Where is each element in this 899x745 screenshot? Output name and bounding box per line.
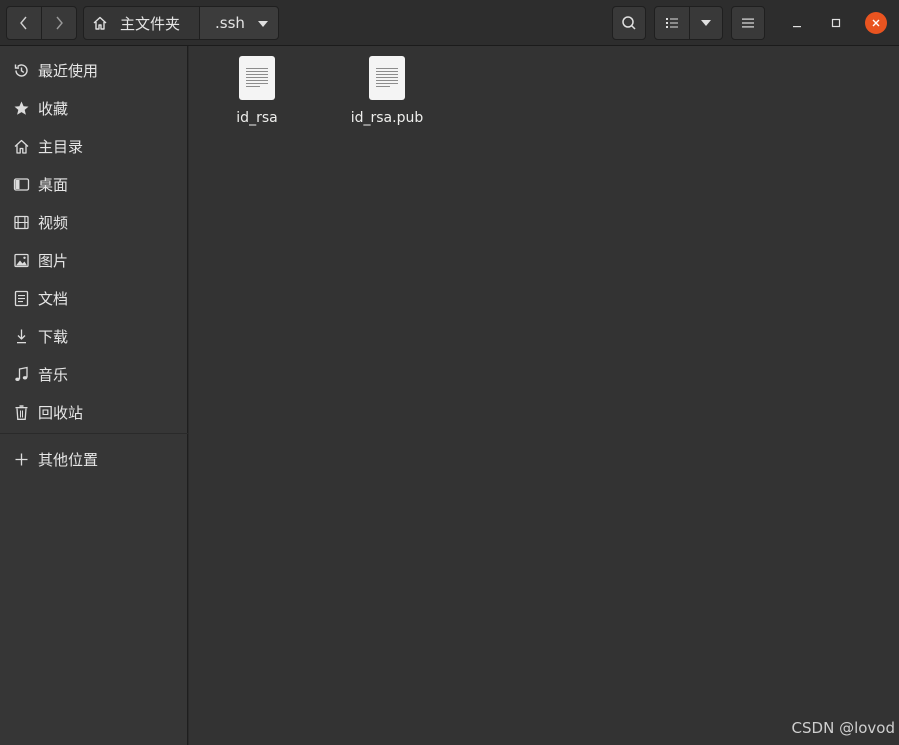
sidebar-item-label: 其他位置 xyxy=(38,451,99,469)
sidebar-item-label: 收藏 xyxy=(38,100,69,118)
sidebar-item-other-locations[interactable]: 其他位置 xyxy=(0,442,188,476)
hamburger-menu-icon xyxy=(742,18,754,28)
close-icon xyxy=(872,19,880,27)
home-icon xyxy=(93,16,107,30)
sidebar-item-label: 主目录 xyxy=(38,138,84,156)
trash-icon xyxy=(15,405,28,420)
music-icon xyxy=(15,366,28,381)
search-button[interactable] xyxy=(612,6,646,40)
sidebar-item-label: 回收站 xyxy=(38,404,84,422)
file-item[interactable]: id_rsa xyxy=(202,54,312,126)
chevron-right-icon xyxy=(56,16,63,30)
file-item[interactable]: id_rsa.pub xyxy=(332,54,442,126)
path-segment-label: .ssh xyxy=(215,14,245,32)
list-view-icon xyxy=(666,18,678,28)
home-icon xyxy=(14,139,29,154)
path-segment-home[interactable]: 主文件夹 xyxy=(83,6,200,40)
sidebar: 最近使用 收藏 主目录 桌面 视频 图片 文档 下载 音乐 回收站 其他位置 xyxy=(0,46,188,745)
caret-down-icon xyxy=(258,21,268,27)
star-icon xyxy=(14,101,29,115)
minimize-icon xyxy=(793,26,801,28)
sidebar-item-recent[interactable]: 最近使用 xyxy=(0,53,188,87)
close-button[interactable] xyxy=(865,12,887,34)
forward-button[interactable] xyxy=(41,6,77,40)
sidebar-item-label: 下载 xyxy=(38,328,69,346)
path-segment-label: 主文件夹 xyxy=(120,14,181,33)
maximize-icon xyxy=(831,18,841,28)
picture-icon xyxy=(14,253,29,268)
list-view-button[interactable] xyxy=(654,6,690,40)
download-icon xyxy=(17,329,26,344)
plus-icon xyxy=(15,453,28,466)
video-icon xyxy=(14,215,29,230)
chevron-left-icon xyxy=(20,16,27,30)
main-menu-button[interactable] xyxy=(731,6,765,40)
view-options-button[interactable] xyxy=(689,6,723,40)
path-segment-ssh[interactable]: .ssh xyxy=(199,6,279,40)
sidebar-item-label: 音乐 xyxy=(38,366,69,384)
sidebar-item-home[interactable]: 主目录 xyxy=(0,129,188,163)
text-file-icon xyxy=(239,56,275,100)
minimize-button[interactable] xyxy=(786,12,808,34)
file-view[interactable]: id_rsa id_rsa.pub xyxy=(189,46,899,745)
desktop-icon xyxy=(13,178,30,191)
recent-icon xyxy=(14,64,28,77)
sidebar-item-trash[interactable]: 回收站 xyxy=(0,395,188,429)
sidebar-item-music[interactable]: 音乐 xyxy=(0,357,188,391)
caret-down-icon xyxy=(701,20,711,26)
sidebar-item-videos[interactable]: 视频 xyxy=(0,205,188,239)
sidebar-item-documents[interactable]: 文档 xyxy=(0,281,188,315)
sidebar-item-downloads[interactable]: 下载 xyxy=(0,319,188,353)
sidebar-item-label: 图片 xyxy=(38,252,69,270)
sidebar-separator xyxy=(0,433,188,434)
text-file-icon xyxy=(369,56,405,100)
watermark: CSDN @lovod xyxy=(791,719,895,737)
header-bar: 主文件夹 .ssh xyxy=(0,0,899,46)
sidebar-item-desktop[interactable]: 桌面 xyxy=(0,167,188,201)
sidebar-item-label: 视频 xyxy=(38,214,69,232)
search-icon xyxy=(622,16,636,30)
sidebar-item-pictures[interactable]: 图片 xyxy=(0,243,188,277)
sidebar-item-label: 最近使用 xyxy=(38,62,99,80)
sidebar-item-label: 文档 xyxy=(38,290,69,308)
file-name: id_rsa xyxy=(236,110,278,126)
nav-buttons xyxy=(6,6,78,40)
document-icon xyxy=(14,290,29,307)
sidebar-item-label: 桌面 xyxy=(38,176,69,194)
file-name: id_rsa.pub xyxy=(350,110,424,126)
back-button[interactable] xyxy=(6,6,42,40)
maximize-button[interactable] xyxy=(825,12,847,34)
sidebar-item-starred[interactable]: 收藏 xyxy=(0,91,188,125)
